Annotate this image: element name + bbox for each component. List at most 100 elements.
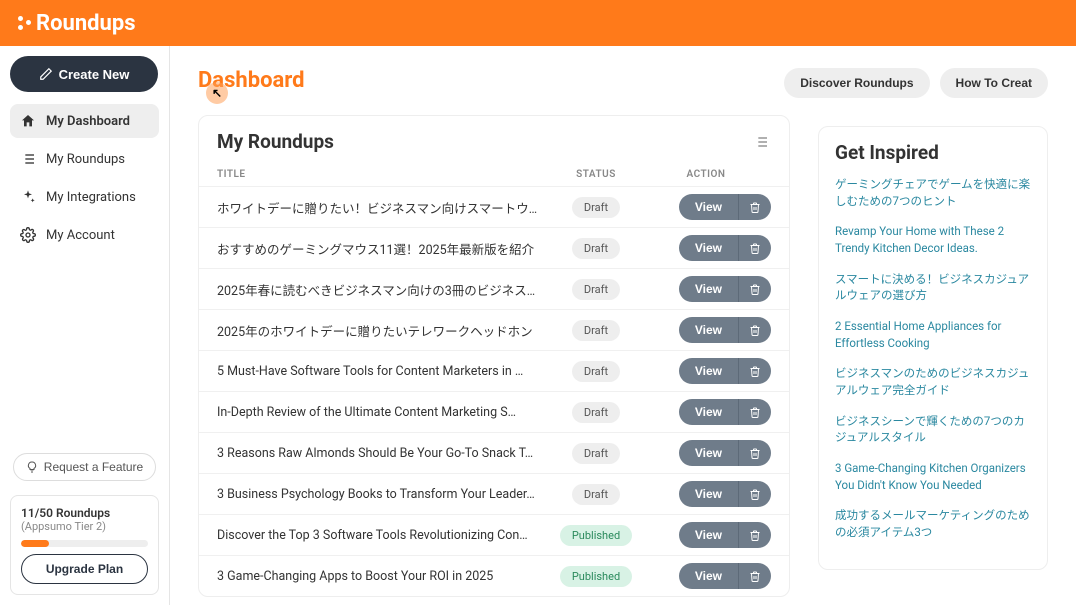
- list-view-icon[interactable]: [751, 134, 771, 150]
- table-row: おすすめのゲーミングマウス11選！2025年最新版を紹介DraftView: [199, 227, 789, 268]
- row-title: 3 Game-Changing Apps to Boost Your ROI i…: [217, 569, 551, 584]
- view-button[interactable]: View: [679, 481, 738, 507]
- view-button[interactable]: View: [679, 358, 738, 384]
- sidebar: Create New My Dashboard My Roundups My Int…: [0, 46, 170, 605]
- plan-box: 11/50 Roundups (Appsumo Tier 2) Upgrade …: [10, 495, 159, 595]
- delete-button[interactable]: [738, 235, 771, 261]
- delete-button[interactable]: [738, 399, 771, 425]
- app-logo[interactable]: Roundups: [18, 11, 136, 36]
- how-to-create-button[interactable]: How To Creat: [940, 68, 1048, 98]
- row-title: In-Depth Review of the Ultimate Content …: [217, 405, 551, 420]
- table-row: 2025年春に読むべきビジネスマン向けの3冊のビジネス書DraftView: [199, 268, 789, 309]
- lightbulb-icon: [26, 461, 38, 473]
- sidebar-item-label: My Account: [46, 228, 115, 243]
- table-row: ホワイトデーに贈りたい！ビジネスマン向けスマートウォッチ3選DraftView: [199, 186, 789, 227]
- delete-button[interactable]: [738, 194, 771, 220]
- table-row: 5 Must-Have Software Tools for Content M…: [199, 350, 789, 391]
- delete-button[interactable]: [738, 276, 771, 302]
- status-badge: Draft: [572, 484, 620, 505]
- view-button[interactable]: View: [679, 440, 738, 466]
- header-buttons: Discover Roundups How To Creat: [818, 68, 1048, 98]
- plan-tier: (Appsumo Tier 2): [21, 520, 148, 533]
- trash-icon: [749, 242, 761, 255]
- col-status: STATUS: [551, 169, 641, 180]
- delete-button[interactable]: [738, 440, 771, 466]
- trash-icon: [749, 529, 761, 542]
- row-status: Draft: [551, 196, 641, 218]
- status-badge: Draft: [572, 361, 620, 382]
- row-status: Draft: [551, 442, 641, 464]
- inspired-link[interactable]: 3 Game-Changing Kitchen Organizers You D…: [835, 460, 1031, 493]
- request-feature-label: Request a Feature: [44, 460, 143, 474]
- discover-roundups-button[interactable]: Discover Roundups: [784, 68, 929, 98]
- view-button[interactable]: View: [679, 235, 738, 261]
- row-title: 5 Must-Have Software Tools for Content M…: [217, 364, 551, 379]
- status-badge: Draft: [572, 320, 620, 341]
- row-title: 2025年春に読むべきビジネスマン向けの3冊のビジネス書: [217, 280, 551, 299]
- row-status: Draft: [551, 237, 641, 259]
- create-new-label: Create New: [59, 67, 130, 82]
- view-button[interactable]: View: [679, 276, 738, 302]
- create-new-button[interactable]: Create New: [10, 56, 158, 92]
- view-button[interactable]: View: [679, 399, 738, 425]
- my-roundups-card: My Roundups TITLE STATUS ACTION ホワイトデーに贈…: [198, 115, 790, 597]
- view-button[interactable]: View: [679, 522, 738, 548]
- status-badge: Draft: [572, 197, 620, 218]
- delete-button[interactable]: [738, 481, 771, 507]
- trash-icon: [749, 283, 761, 296]
- row-title: 3 Business Psychology Books to Transform…: [217, 487, 551, 502]
- gear-icon: [20, 227, 36, 243]
- trash-icon: [749, 447, 761, 460]
- row-title: Discover the Top 3 Software Tools Revolu…: [217, 528, 551, 543]
- table-header: TITLE STATUS ACTION: [199, 163, 789, 186]
- row-status: Published: [551, 565, 641, 587]
- row-status: Draft: [551, 483, 641, 505]
- sidebar-item-label: My Dashboard: [46, 114, 130, 129]
- inspired-link[interactable]: 成功するメールマーケティングのための必須アイテム3つ: [835, 507, 1031, 540]
- row-status: Draft: [551, 360, 641, 382]
- topbar: Roundups: [0, 0, 1076, 46]
- col-action: ACTION: [641, 169, 771, 180]
- pencil-icon: [39, 67, 53, 81]
- view-button[interactable]: View: [679, 317, 738, 343]
- row-title: 3 Reasons Raw Almonds Should Be Your Go-…: [217, 446, 551, 461]
- row-status: Published: [551, 524, 641, 546]
- delete-button[interactable]: [738, 563, 771, 589]
- row-status: Draft: [551, 401, 641, 423]
- get-inspired-title: Get Inspired: [835, 141, 1031, 164]
- status-badge: Draft: [572, 443, 620, 464]
- table-row: 2025年のホワイトデーに贈りたいテレワークヘッドホン Draft View: [199, 309, 789, 350]
- delete-button[interactable]: [738, 358, 771, 384]
- delete-button[interactable]: [738, 317, 771, 343]
- request-feature-button[interactable]: Request a Feature: [13, 453, 156, 481]
- inspired-link[interactable]: Revamp Your Home with These 2 Trendy Kit…: [835, 223, 1031, 256]
- plan-progress: [21, 540, 148, 547]
- list-icon: [20, 151, 36, 167]
- sidebar-item-my-roundups[interactable]: My Roundups: [10, 142, 159, 176]
- inspired-link[interactable]: 2 Essential Home Appliances for Effortle…: [835, 318, 1031, 351]
- view-button[interactable]: View: [679, 194, 738, 220]
- inspired-link[interactable]: ビジネスシーンで輝くための7つのカジュアルスタイル: [835, 413, 1031, 446]
- view-button[interactable]: View: [679, 563, 738, 589]
- sidebar-item-my-account[interactable]: My Account: [10, 218, 159, 252]
- trash-icon: [749, 406, 761, 419]
- upgrade-plan-button[interactable]: Upgrade Plan: [21, 554, 148, 584]
- status-badge: Published: [560, 566, 632, 587]
- inspired-link[interactable]: ゲーミングチェアでゲームを快適に楽しむための7つのヒント: [835, 176, 1031, 209]
- logo-dots-icon: [18, 14, 32, 32]
- trash-icon: [749, 324, 761, 337]
- trash-icon: [749, 201, 761, 214]
- sidebar-item-my-integrations[interactable]: My Integrations: [10, 180, 159, 214]
- status-badge: Draft: [572, 238, 620, 259]
- inspired-link[interactable]: スマートに決める！ビジネスカジュアルウェアの選び方: [835, 271, 1031, 304]
- home-icon: [20, 113, 36, 129]
- sidebar-item-label: My Integrations: [46, 190, 136, 205]
- main-content: Dashboard ↖ My Roundups TITLE STATUS ACT…: [170, 46, 1076, 605]
- table-row: 3 Game-Changing Apps to Boost Your ROI i…: [199, 555, 789, 596]
- delete-button[interactable]: [738, 522, 771, 548]
- inspired-link[interactable]: ビジネスマンのためのビジネスカジュアルウェア完全ガイド: [835, 365, 1031, 398]
- row-title: 2025年のホワイトデーに贈りたいテレワークヘッドホン: [217, 321, 551, 340]
- status-badge: Draft: [572, 402, 620, 423]
- sidebar-item-my-dashboard[interactable]: My Dashboard: [10, 104, 159, 138]
- table-row: Discover the Top 3 Software Tools Revolu…: [199, 514, 789, 555]
